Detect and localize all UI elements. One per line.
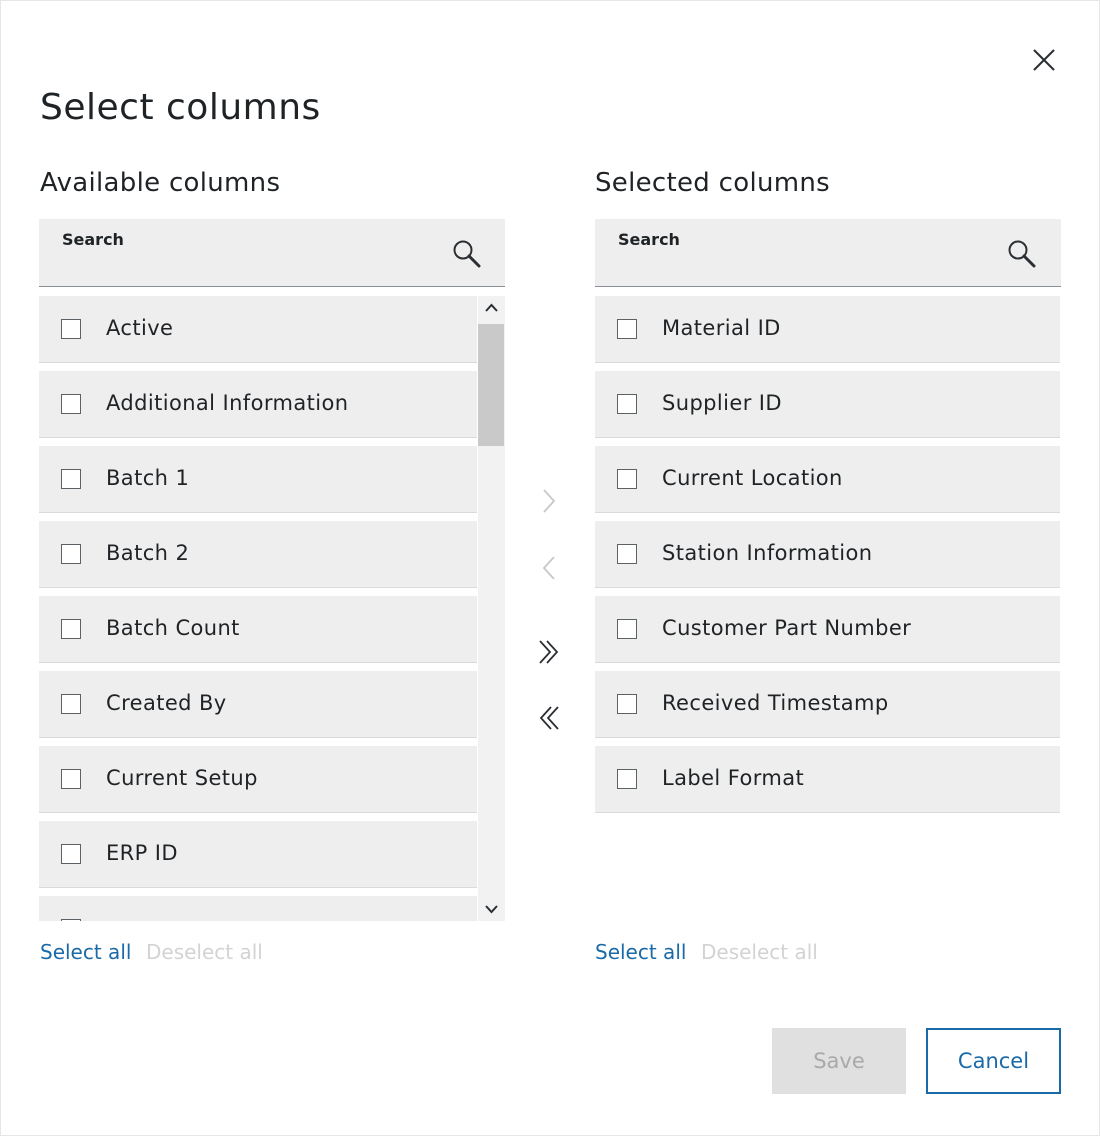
list-item[interactable]: Current Setup bbox=[39, 746, 477, 813]
list-item-label: Supplier ID bbox=[662, 391, 782, 415]
checkbox[interactable] bbox=[61, 319, 81, 339]
chevron-left-icon[interactable] bbox=[532, 551, 566, 585]
list-item-label: Batch 1 bbox=[106, 466, 190, 490]
list-item-label: Station Information bbox=[662, 541, 873, 565]
list-item[interactable]: Created By bbox=[39, 671, 477, 738]
list-item-label: Batch 2 bbox=[106, 541, 190, 565]
checkbox[interactable] bbox=[617, 394, 637, 414]
double-chevron-right-icon[interactable] bbox=[532, 635, 566, 669]
scrollbar[interactable] bbox=[478, 296, 505, 921]
checkbox[interactable] bbox=[61, 919, 81, 921]
list-item[interactable]: Supplier ID bbox=[595, 371, 1060, 438]
selected-search-input[interactable] bbox=[595, 249, 1041, 283]
double-chevron-left-icon[interactable] bbox=[532, 701, 566, 735]
selected-search-label: Search bbox=[618, 230, 680, 249]
list-item[interactable]: Current Location bbox=[595, 446, 1060, 513]
list-item-label: Additional Information bbox=[106, 391, 349, 415]
available-search-label: Search bbox=[62, 230, 124, 249]
checkbox[interactable] bbox=[61, 394, 81, 414]
checkbox[interactable] bbox=[61, 544, 81, 564]
checkbox[interactable] bbox=[61, 844, 81, 864]
chevron-down-icon[interactable] bbox=[478, 897, 505, 921]
checkbox[interactable] bbox=[61, 769, 81, 789]
list-item-label: Customer Part Number bbox=[662, 616, 912, 640]
list-item[interactable]: Station Information bbox=[595, 521, 1060, 588]
list-item-label: Current Location bbox=[662, 466, 843, 490]
list-item-label: Created By bbox=[106, 691, 227, 715]
list-item[interactable]: Batch 2 bbox=[39, 521, 477, 588]
checkbox[interactable] bbox=[617, 769, 637, 789]
available-select-all-link[interactable]: Select all bbox=[40, 940, 131, 964]
close-icon[interactable] bbox=[1027, 43, 1061, 77]
list-item-label: ERP ID bbox=[106, 841, 178, 865]
checkbox[interactable] bbox=[617, 319, 637, 339]
list-item[interactable]: Additional Information bbox=[39, 371, 477, 438]
list-item[interactable]: Customer Part Number bbox=[595, 596, 1060, 663]
list-item[interactable]: Received Timestamp bbox=[595, 671, 1060, 738]
available-columns-heading: Available columns bbox=[40, 168, 281, 198]
scrollbar-thumb[interactable] bbox=[478, 324, 504, 446]
list-item-label: Batch Count bbox=[106, 616, 240, 640]
list-item-label: Active bbox=[106, 316, 174, 340]
checkbox[interactable] bbox=[61, 694, 81, 714]
list-item[interactable]: Active bbox=[39, 296, 477, 363]
list-item[interactable] bbox=[39, 896, 477, 921]
list-item-label: Material ID bbox=[662, 316, 781, 340]
list-item[interactable]: Label Format bbox=[595, 746, 1060, 813]
checkbox[interactable] bbox=[61, 619, 81, 639]
dialog-title: Select columns bbox=[40, 87, 321, 128]
list-item[interactable]: Material ID bbox=[595, 296, 1060, 363]
list-item[interactable]: Batch 1 bbox=[39, 446, 477, 513]
cancel-button[interactable]: Cancel bbox=[926, 1028, 1061, 1094]
available-deselect-all-link[interactable]: Deselect all bbox=[146, 940, 263, 964]
list-item[interactable]: ERP ID bbox=[39, 821, 477, 888]
list-item-label: Received Timestamp bbox=[662, 691, 889, 715]
search-icon[interactable] bbox=[1005, 237, 1039, 271]
selected-deselect-all-link[interactable]: Deselect all bbox=[701, 940, 818, 964]
selected-search-field[interactable]: Search bbox=[595, 219, 1061, 287]
list-item-label: Label Format bbox=[662, 766, 805, 790]
checkbox[interactable] bbox=[617, 469, 637, 489]
save-button[interactable]: Save bbox=[772, 1028, 906, 1094]
selected-columns-heading: Selected columns bbox=[595, 168, 831, 198]
checkbox[interactable] bbox=[61, 469, 81, 489]
checkbox[interactable] bbox=[617, 619, 637, 639]
search-icon[interactable] bbox=[450, 237, 484, 271]
list-item-label: Current Setup bbox=[106, 766, 258, 790]
list-item[interactable]: Batch Count bbox=[39, 596, 477, 663]
chevron-up-icon[interactable] bbox=[478, 296, 505, 320]
chevron-right-icon[interactable] bbox=[532, 484, 566, 518]
available-search-field[interactable]: Search bbox=[39, 219, 505, 287]
select-columns-dialog: Select columns Available columns Selecte… bbox=[0, 0, 1100, 1136]
selected-select-all-link[interactable]: Select all bbox=[595, 940, 686, 964]
available-columns-list: Active Additional Information Batch 1 Ba… bbox=[39, 296, 505, 921]
checkbox[interactable] bbox=[617, 694, 637, 714]
selected-columns-list: Material ID Supplier ID Current Location… bbox=[595, 296, 1061, 821]
available-search-input[interactable] bbox=[39, 249, 485, 283]
checkbox[interactable] bbox=[617, 544, 637, 564]
